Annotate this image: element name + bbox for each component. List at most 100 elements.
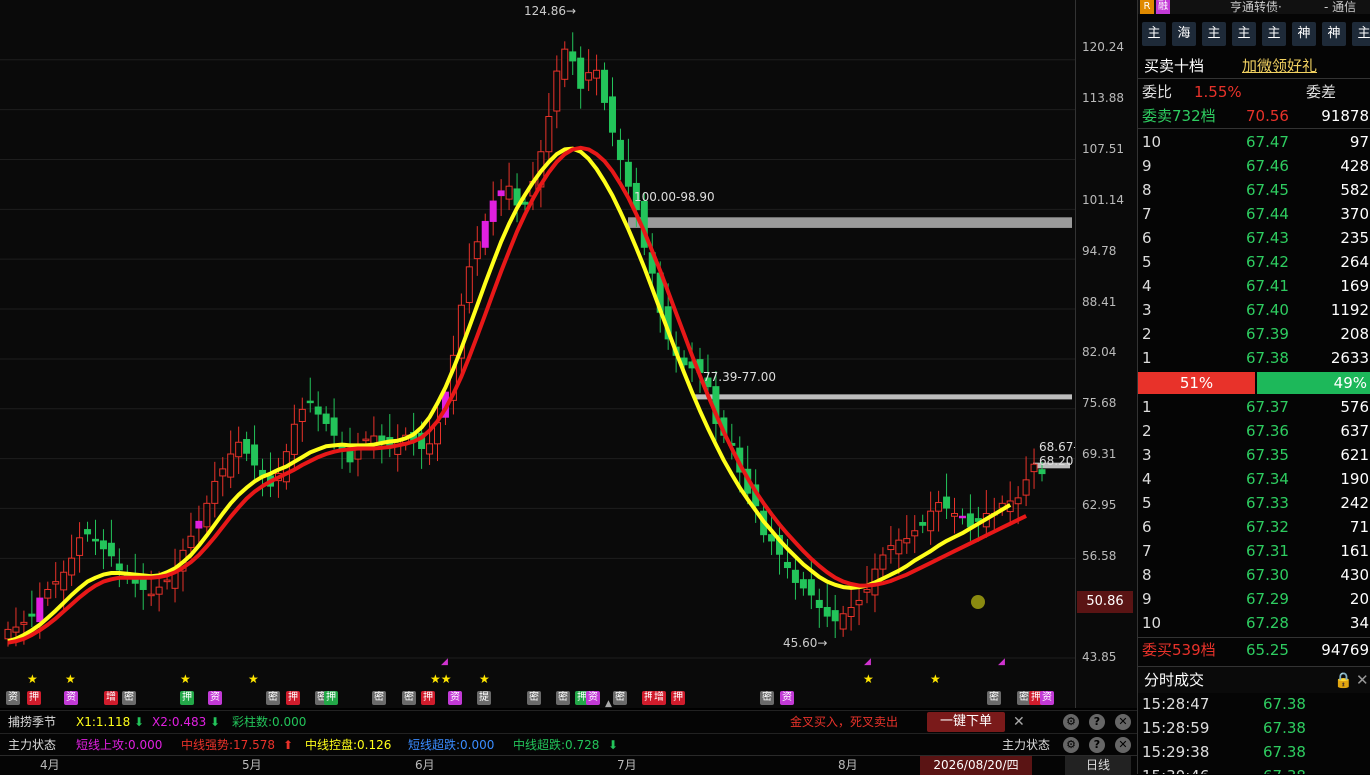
candle-body	[1030, 463, 1038, 473]
period-tab-daily[interactable]: 日线	[1065, 756, 1131, 775]
signal-marker: 密	[266, 691, 280, 705]
high-price-label: 124.86→	[524, 4, 577, 18]
book-level-row[interactable]: 3 67.40 1192	[1138, 298, 1370, 322]
candle-body	[943, 496, 951, 509]
book-level-row[interactable]: 2 67.36 637	[1138, 419, 1370, 443]
help-icon[interactable]: ?	[1089, 737, 1105, 753]
book-level-row[interactable]: 7 67.31 161	[1138, 539, 1370, 563]
candle-body	[68, 557, 76, 576]
close-icon[interactable]: ✕	[1356, 667, 1369, 693]
candle-body	[879, 554, 887, 570]
book-level-row[interactable]: 2 67.39 208	[1138, 322, 1370, 346]
tick-row: 15:28:47 67.38	[1138, 692, 1370, 716]
level-price: 67.37	[1246, 398, 1289, 416]
promo-link[interactable]: 加微领好礼	[1242, 54, 1317, 78]
book-level-row[interactable]: 10 67.28 34	[1138, 611, 1370, 635]
indicator-caizhu: 彩柱数:0.000	[232, 715, 307, 729]
tab-zhu[interactable]: 主	[1232, 22, 1256, 46]
month-label: 7月	[617, 758, 637, 772]
star-icon: ★	[248, 672, 259, 686]
level-volume: 428	[1340, 157, 1369, 175]
candle-body	[4, 628, 12, 640]
price-tick: 69.31	[1082, 447, 1117, 461]
level-no: 10	[1142, 133, 1162, 151]
lock-icon[interactable]: 🔒	[1334, 667, 1353, 693]
candle-body	[839, 613, 847, 630]
candle-body	[608, 96, 616, 133]
indicator-x1: X1:1.118	[76, 715, 131, 729]
indicator-b: 中线强势:17.578	[181, 738, 276, 752]
one-click-order-button[interactable]: 一键下单	[927, 712, 1005, 732]
level-price: 67.44	[1246, 205, 1289, 223]
help-icon[interactable]: ?	[1089, 714, 1105, 730]
price-tick: 75.68	[1082, 396, 1117, 410]
indicator-name[interactable]: 捕捞季节	[8, 711, 56, 733]
gear-icon[interactable]: ⚙	[1063, 737, 1079, 753]
level-volume: 430	[1340, 566, 1369, 584]
book-level-row[interactable]: 4 67.34 190	[1138, 467, 1370, 491]
signal-marker: 密	[527, 691, 541, 705]
indicator-name-right: 主力状态	[1002, 738, 1051, 752]
cursor-date: 2026/08/20/四	[920, 756, 1032, 775]
candlestick-chart[interactable]: 124.86→ 45.60→ 100.00-98.90 77.39-77.00 …	[0, 0, 1078, 709]
star-icon: ★★	[430, 672, 452, 686]
tab-zhu[interactable]: 主	[1352, 22, 1370, 46]
current-price-tag: 50.86	[1077, 591, 1133, 613]
level-price: 67.40	[1246, 301, 1289, 319]
signal-marker: 资	[64, 691, 78, 705]
signal-marker: 资	[448, 691, 462, 705]
tab-shen[interactable]: 神	[1322, 22, 1346, 46]
book-level-row[interactable]: 10 67.47 97	[1138, 130, 1370, 154]
tab-zhu[interactable]: 主	[1262, 22, 1286, 46]
indicator-name[interactable]: 主力状态	[8, 734, 56, 756]
level-volume: 190	[1340, 470, 1369, 488]
level-price: 67.28	[1246, 614, 1289, 632]
signal-link[interactable]: 金叉买入，死叉卖出	[790, 711, 898, 733]
candle-body	[807, 579, 815, 596]
tick-price: 67.38	[1263, 719, 1306, 737]
book-level-row[interactable]: 5 67.33 242	[1138, 491, 1370, 515]
price-tick: 113.88	[1082, 91, 1124, 105]
indicator-bar-zhuli: 主力状态 短线上攻:0.000 中线强势:17.578 ⬆ 中线控盘:0.126…	[0, 733, 1137, 756]
star-icon: ★	[27, 672, 38, 686]
book-level-row[interactable]: 8 67.30 430	[1138, 563, 1370, 587]
candle-body	[251, 444, 259, 466]
book-level-row[interactable]: 3 67.35 621	[1138, 443, 1370, 467]
arrow-up-icon: ◢	[998, 657, 1005, 667]
tick-price: 67.38	[1263, 695, 1306, 713]
tab-hai[interactable]: 海	[1172, 22, 1196, 46]
candle-body	[203, 502, 211, 528]
book-level-row[interactable]: 1 67.37 576	[1138, 395, 1370, 419]
candle-body	[935, 502, 943, 512]
close-circle-icon[interactable]: ✕	[1115, 737, 1131, 753]
level-price: 67.32	[1246, 518, 1289, 536]
level-price: 67.42	[1246, 253, 1289, 271]
gear-icon[interactable]: ⚙	[1063, 714, 1079, 730]
candle-body	[362, 438, 370, 442]
close-circle-icon[interactable]: ✕	[1115, 714, 1131, 730]
book-level-row[interactable]: 1 67.38 2633	[1138, 346, 1370, 370]
kline-svg[interactable]	[0, 0, 1075, 708]
book-level-row[interactable]: 8 67.45 582	[1138, 178, 1370, 202]
buy-total-label: 委买539档	[1142, 641, 1216, 659]
indicator-c: 中线控盘:0.126	[305, 738, 392, 752]
book-level-row[interactable]: 9 67.29 20	[1138, 587, 1370, 611]
candle-body	[553, 70, 561, 112]
arrow-down-icon: ⬇	[134, 715, 145, 729]
close-icon[interactable]: ✕	[1013, 711, 1025, 733]
book-level-row[interactable]: 7 67.44 370	[1138, 202, 1370, 226]
level-no: 7	[1142, 205, 1152, 223]
tab-shen[interactable]: 神	[1292, 22, 1316, 46]
arrow-up-icon: ◢	[441, 657, 448, 667]
book-level-row[interactable]: 5 67.42 264	[1138, 250, 1370, 274]
candle-body	[330, 417, 338, 436]
level-no: 3	[1142, 301, 1152, 319]
book-level-row[interactable]: 6 67.43 235	[1138, 226, 1370, 250]
tab-zhu[interactable]: 主	[1142, 22, 1166, 46]
tab-zhu[interactable]: 主	[1202, 22, 1226, 46]
level-volume: 97	[1349, 133, 1369, 151]
candle-body	[919, 522, 927, 526]
book-level-row[interactable]: 4 67.41 169	[1138, 274, 1370, 298]
book-level-row[interactable]: 9 67.46 428	[1138, 154, 1370, 178]
book-level-row[interactable]: 6 67.32 71	[1138, 515, 1370, 539]
